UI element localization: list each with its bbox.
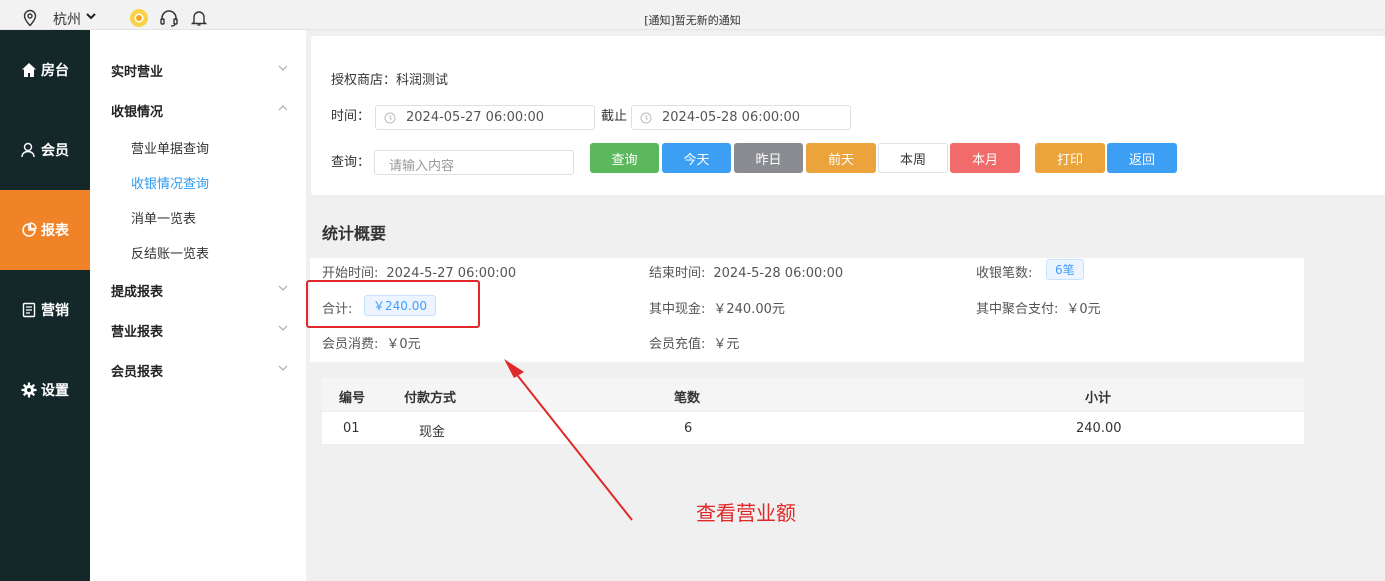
nav-label: 房台: [41, 63, 69, 79]
print-button[interactable]: 打印: [1035, 143, 1105, 173]
aggregate-pay-label: 其中聚合支付:: [976, 302, 1059, 317]
chevron-down-icon[interactable]: [278, 365, 288, 371]
cash-value: ￥240.00元: [713, 302, 785, 317]
member-spend-value: ￥0元: [386, 337, 421, 352]
table-header: 编号 付款方式 笔数 小计: [322, 378, 1304, 412]
end-time-label: 结束时间:: [649, 266, 706, 281]
nav-item-report[interactable]: 报表: [0, 190, 90, 270]
day-before-button[interactable]: 前天: [806, 143, 876, 173]
header-subtotal: 小计: [1085, 391, 1112, 406]
cell-method: 现金: [419, 425, 446, 440]
summary-title: 统计概要: [322, 224, 387, 243]
end-datetime-input[interactable]: 2024-05-28 06:00:00: [631, 105, 851, 130]
start-datetime-value: 2024-05-27 06:00:00: [406, 110, 545, 125]
aggregate-pay-value: ￥0元: [1066, 302, 1101, 317]
menu-group-cashier[interactable]: 收银情况: [111, 101, 163, 120]
this-month-button[interactable]: 本月: [950, 143, 1020, 173]
payment-table: 编号 付款方式 笔数 小计 01 现金 6 240.00: [322, 378, 1304, 445]
count-label: 收银笔数:: [976, 266, 1033, 281]
start-time-label: 开始时间:: [322, 266, 379, 281]
header-method: 付款方式: [404, 391, 457, 406]
yesterday-button[interactable]: 昨日: [734, 143, 803, 173]
cell-no: 01: [343, 421, 360, 436]
header-no: 编号: [339, 391, 366, 406]
this-week-button[interactable]: 本周: [878, 143, 948, 173]
nav-label: 营销: [41, 303, 69, 319]
nav-item-marketing[interactable]: 营销: [0, 270, 90, 350]
nav-item-fangtai[interactable]: 房台: [0, 30, 90, 110]
top-bar: 杭州 [通知]暂无新的通知: [0, 0, 1385, 30]
annotation-arrow: [504, 359, 633, 521]
nav-label: 报表: [41, 223, 69, 239]
nav-item-member[interactable]: 会员: [0, 110, 90, 190]
today-button[interactable]: 今天: [662, 143, 731, 173]
pie-chart-icon: [22, 222, 37, 237]
report-submenu: 实时营业 收银情况 营业单据查询 收银情况查询 消单一览表 反结账一览表 提成报…: [90, 30, 306, 581]
until-label: 截止: [601, 109, 628, 124]
member-recharge-value: ￥元: [713, 337, 740, 352]
search-input[interactable]: 请输入内容: [374, 150, 574, 175]
chevron-up-icon[interactable]: [278, 105, 288, 111]
member-recharge-label: 会员充值:: [649, 337, 706, 352]
document-icon: [22, 302, 36, 318]
highlight-box: [306, 280, 480, 328]
cell-subtotal: 240.00: [1076, 421, 1122, 436]
nav-label: 设置: [41, 383, 69, 399]
menu-group-commission[interactable]: 提成报表: [111, 281, 163, 300]
header-count: 笔数: [674, 391, 701, 406]
nav-label: 会员: [41, 143, 69, 159]
start-datetime-input[interactable]: 2024-05-27 06:00:00: [375, 105, 595, 130]
menu-item-cashier-query[interactable]: 收银情况查询: [131, 173, 209, 192]
count-badge: 6笔: [1046, 259, 1084, 280]
menu-item-bill-query[interactable]: 营业单据查询: [131, 138, 209, 157]
query-label: 查询：: [331, 155, 371, 170]
clock-icon: [384, 112, 396, 124]
member-spend-item: 会员消费: ￥0元: [322, 333, 421, 352]
left-nav: 房台 会员 报表 营销 设置: [0, 30, 90, 581]
member-recharge-item: 会员充值: ￥元: [649, 333, 739, 352]
chevron-down-icon[interactable]: [278, 285, 288, 291]
clock-icon: [640, 112, 652, 124]
chevron-down-icon[interactable]: [278, 65, 288, 71]
menu-group-business[interactable]: 营业报表: [111, 321, 163, 340]
back-button[interactable]: 返回: [1107, 143, 1177, 173]
gear-icon: [21, 382, 37, 398]
aggregate-pay-item: 其中聚合支付: ￥0元: [976, 298, 1101, 317]
menu-item-reverse-list[interactable]: 反结账一览表: [131, 243, 209, 262]
nav-item-settings[interactable]: 设置: [0, 350, 90, 430]
menu-group-member[interactable]: 会员报表: [111, 361, 163, 380]
table-row[interactable]: 01 现金 6 240.00: [322, 412, 1304, 445]
shop-label: 授权商店：科润测试: [331, 73, 449, 88]
end-time-value: 2024-5-28 06:00:00: [713, 266, 844, 281]
member-spend-label: 会员消费:: [322, 337, 379, 352]
annotation-text: 查看营业额: [696, 501, 796, 525]
filter-card: 授权商店：科润测试 时间： 2024-05-27 06:00:00 截止 202…: [311, 36, 1385, 195]
home-icon: [22, 63, 36, 77]
chevron-down-icon[interactable]: [278, 325, 288, 331]
notice-text[interactable]: [通知]暂无新的通知: [0, 12, 1385, 28]
start-time-value: 2024-5-27 06:00:00: [386, 266, 517, 281]
end-time-item: 结束时间: 2024-5-28 06:00:00: [649, 262, 843, 281]
cell-count: 6: [684, 421, 693, 436]
start-time-item: 开始时间: 2024-5-27 06:00:00: [322, 262, 516, 281]
user-icon: [21, 142, 35, 158]
cash-item: 其中现金: ￥240.00元: [649, 298, 785, 317]
time-label: 时间：: [331, 109, 371, 124]
menu-item-void-list[interactable]: 消单一览表: [131, 208, 196, 227]
query-button[interactable]: 查询: [590, 143, 659, 173]
cash-label: 其中现金:: [649, 302, 706, 317]
menu-group-realtime[interactable]: 实时营业: [111, 61, 163, 80]
end-datetime-value: 2024-05-28 06:00:00: [662, 110, 801, 125]
